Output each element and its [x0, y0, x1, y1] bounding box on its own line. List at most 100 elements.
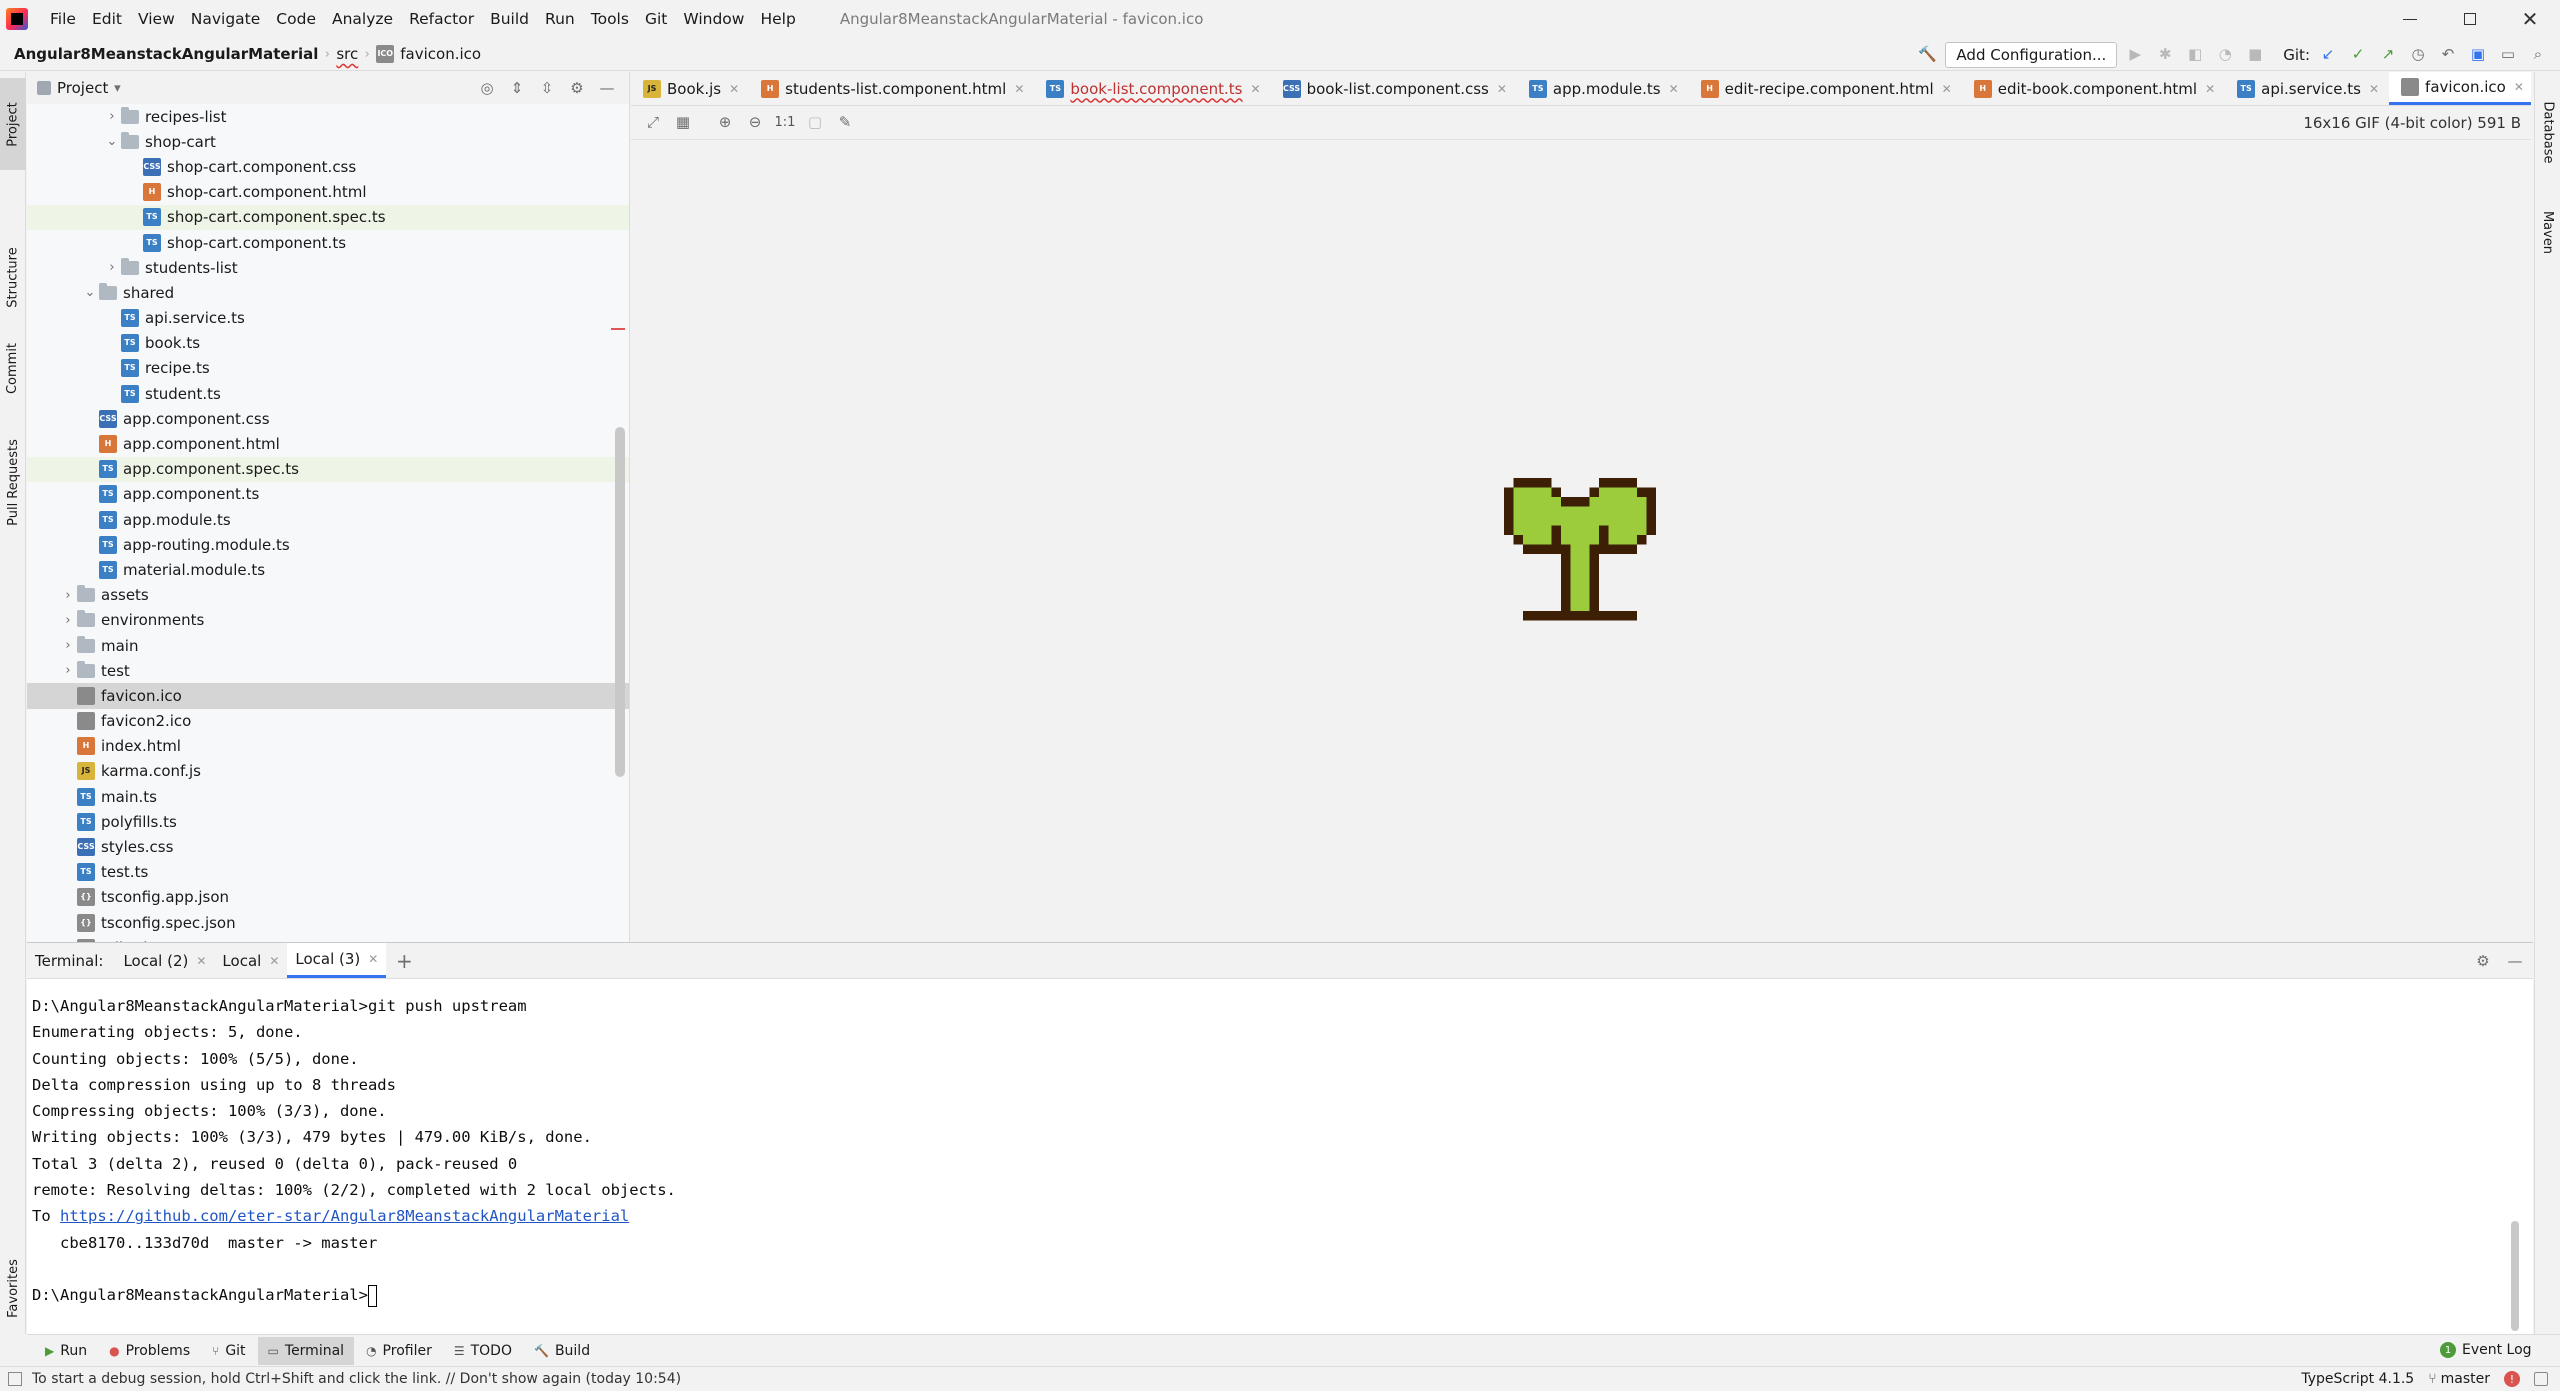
coverage-icon[interactable]: ◧ — [2183, 43, 2207, 67]
tree-file[interactable]: TS app-routing.module.ts — [27, 532, 629, 557]
editor-tab-app-module-ts[interactable]: TS app.module.ts ✕ — [1517, 72, 1689, 105]
tree-folder[interactable]: › test — [27, 658, 629, 683]
editor-tab-book-js[interactable]: JS Book.js ✕ — [631, 72, 749, 105]
editor-tab-book-list-component-css[interactable]: CSS book-list.component.css ✕ — [1271, 72, 1517, 105]
tree-file[interactable]: {}tslint.json — [27, 935, 629, 942]
actual-size-button[interactable]: 1:1 — [773, 115, 797, 130]
close-tab-icon[interactable]: ✕ — [1942, 82, 1952, 96]
terminal-scrollbar[interactable] — [2511, 1221, 2519, 1331]
new-terminal-tab-icon[interactable]: + — [392, 949, 416, 973]
menu-git[interactable]: Git — [637, 10, 675, 28]
breadcrumb-file[interactable]: favicon.ico — [400, 45, 481, 63]
status-message[interactable]: To start a debug session, hold Ctrl+Shif… — [32, 1371, 681, 1387]
color-picker-icon[interactable]: ✎ — [833, 111, 857, 135]
minimize-window-button[interactable] — [2380, 0, 2440, 38]
project-tool-button[interactable]: Project — [0, 78, 26, 170]
debug-icon[interactable]: ✱ — [2153, 43, 2177, 67]
close-tab-icon[interactable]: ✕ — [1497, 82, 1507, 96]
tool-window-problems[interactable]: ● Problems — [99, 1337, 200, 1365]
ide-error-icon[interactable]: ! — [2504, 1371, 2520, 1387]
menu-window[interactable]: Window — [675, 10, 752, 28]
close-tab-icon[interactable]: ✕ — [729, 82, 739, 96]
tool-window-run[interactable]: ▶ Run — [35, 1337, 97, 1365]
terminal-output[interactable]: D:\Angular8MeanstackAngularMaterial>git … — [27, 979, 2533, 1309]
menu-navigate[interactable]: Navigate — [183, 10, 269, 28]
close-tab-icon[interactable]: ✕ — [1669, 82, 1679, 96]
tool-window-terminal[interactable]: ▭ Terminal — [257, 1336, 355, 1365]
terminal-prompt-line[interactable]: D:\Angular8MeanstackAngularMaterial> — [32, 1282, 2533, 1308]
fit-zoom-icon[interactable]: ⤢ — [641, 111, 665, 135]
tree-folder[interactable]: › assets — [27, 583, 629, 608]
menu-run[interactable]: Run — [537, 10, 583, 28]
tree-file[interactable]: TS student.ts — [27, 381, 629, 406]
chevron-right-icon[interactable]: › — [59, 663, 77, 678]
project-structure-icon[interactable]: ▣ — [2466, 43, 2490, 67]
git-update-icon[interactable]: ↙ — [2316, 43, 2340, 67]
tree-file[interactable]: TS shop-cart.component.spec.ts — [27, 204, 629, 230]
editor-tab-api-service-ts[interactable]: TS api.service.ts ✕ — [2225, 72, 2389, 105]
expand-all-icon[interactable]: ⇕ — [505, 76, 529, 100]
maven-tool-button[interactable]: Maven — [2535, 192, 2560, 272]
tool-window-git[interactable]: ⑂ Git — [202, 1337, 255, 1365]
language-service-indicator[interactable]: TypeScript 4.1.5 — [2301, 1371, 2414, 1387]
memory-indicator-icon[interactable] — [2534, 1372, 2548, 1386]
git-branch-widget[interactable]: ⑂ master — [2428, 1371, 2490, 1387]
editor-tab-edit-book-component-html[interactable]: Hedit-book.component.html ✕ — [1962, 72, 2225, 105]
close-tab-icon[interactable]: ✕ — [2205, 82, 2215, 96]
chevron-right-icon[interactable]: › — [59, 588, 77, 603]
grid-toggle-icon[interactable]: ▦ — [671, 111, 695, 135]
pull-requests-tool-button[interactable]: Pull Requests — [0, 422, 26, 542]
chevron-down-icon[interactable]: ⌄ — [103, 134, 121, 149]
chevron-down-icon[interactable]: ▾ — [108, 81, 126, 96]
structure-tool-button[interactable]: Structure — [0, 232, 26, 322]
terminal-tab-local-2[interactable]: Local (2) ✕ — [115, 943, 214, 978]
tree-file[interactable]: CSS styles.css — [27, 834, 629, 859]
search-everywhere-icon[interactable]: ⌕ — [2526, 43, 2550, 67]
tree-file[interactable]: TS material.module.ts — [27, 557, 629, 582]
tool-window-todo[interactable]: ☰ TODO — [444, 1337, 522, 1365]
chevron-right-icon[interactable]: › — [59, 638, 77, 653]
tree-file[interactable]: Hindex.html — [27, 734, 629, 759]
terminal-tab-local[interactable]: Local ✕ — [214, 943, 287, 978]
chevron-right-icon[interactable]: › — [59, 613, 77, 628]
tool-window-build[interactable]: 🔨 Build — [524, 1337, 600, 1365]
tree-file[interactable]: TS test.ts — [27, 860, 629, 885]
close-tab-icon[interactable]: ✕ — [269, 954, 279, 968]
menu-view[interactable]: View — [130, 10, 183, 28]
terminal-settings-gear-icon[interactable]: ⚙ — [2471, 949, 2495, 973]
tree-folder[interactable]: › main — [27, 633, 629, 658]
menu-analyze[interactable]: Analyze — [324, 10, 401, 28]
tree-file[interactable]: TS recipe.ts — [27, 356, 629, 381]
hide-terminal-icon[interactable]: — — [2503, 949, 2527, 973]
locate-file-icon[interactable]: ◎ — [475, 76, 499, 100]
git-history-icon[interactable]: ◷ — [2406, 43, 2430, 67]
tree-file[interactable]: {} tsconfig.spec.json — [27, 910, 629, 935]
close-tab-icon[interactable]: ✕ — [196, 954, 206, 968]
tool-window-profiler[interactable]: ◔ Profiler — [356, 1337, 442, 1365]
tree-file[interactable]: Happ.component.html — [27, 431, 629, 456]
zoom-out-icon[interactable]: ⊖ — [743, 111, 767, 135]
menu-refactor[interactable]: Refactor — [401, 10, 482, 28]
editor-tab-favicon-ico[interactable]: favicon.ico ✕ — [2389, 72, 2531, 105]
gear-icon[interactable]: ⚙ — [565, 76, 589, 100]
add-configuration-button[interactable]: Add Configuration... — [1945, 41, 2118, 68]
status-toggle-icon[interactable] — [8, 1371, 22, 1386]
tree-file[interactable]: favicon2.ico — [27, 709, 629, 734]
tree-folder[interactable]: › recipes-list — [27, 104, 629, 129]
tree-file[interactable]: TS api.service.ts — [27, 306, 629, 331]
tree-file[interactable]: TS polyfills.ts — [27, 809, 629, 834]
close-tab-icon[interactable]: ✕ — [2514, 80, 2524, 94]
commit-tool-button[interactable]: Commit — [0, 330, 26, 406]
tree-folder[interactable]: ⌄ shop-cart — [27, 129, 629, 154]
menu-edit[interactable]: Edit — [84, 10, 130, 28]
chevron-right-icon[interactable]: › — [103, 109, 121, 124]
tree-folder[interactable]: ⌄ shared — [27, 280, 629, 305]
tree-file[interactable]: {} tsconfig.app.json — [27, 885, 629, 910]
database-tool-button[interactable]: Database — [2535, 82, 2560, 182]
run-icon[interactable]: ▶ — [2123, 43, 2147, 67]
menu-code[interactable]: Code — [268, 10, 324, 28]
git-rollback-icon[interactable]: ↶ — [2436, 43, 2460, 67]
breadcrumb-project[interactable]: Angular8MeanstackAngularMaterial — [14, 45, 318, 63]
tree-file[interactable]: CSS shop-cart.component.css — [27, 154, 629, 179]
fit-window-icon[interactable]: ▢ — [803, 111, 827, 135]
